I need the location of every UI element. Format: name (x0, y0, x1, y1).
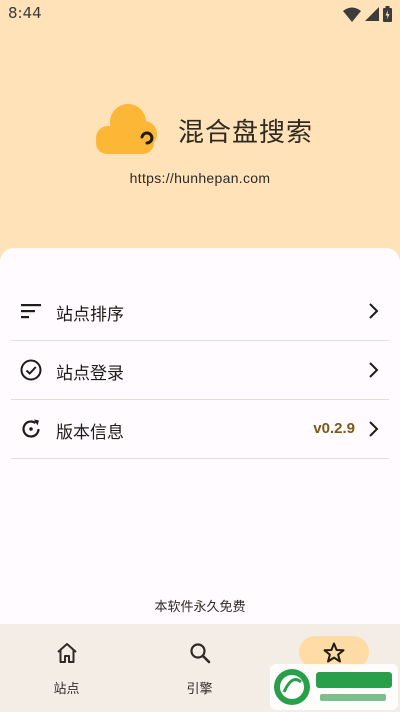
app-title: 混合盘搜索 (178, 118, 314, 148)
signal-icon (365, 7, 379, 21)
menu-item-version-info[interactable]: 版本信息 v0.2.9 (11, 400, 389, 459)
site-url: https://hunhepan.com (129, 170, 271, 186)
refresh-icon (22, 419, 40, 438)
chevron-right-icon (369, 362, 379, 378)
nav-label: 引擎 (186, 682, 213, 697)
menu-item-site-login[interactable]: 站点登录 (11, 341, 389, 400)
sort-icon (21, 304, 41, 319)
chevron-right-icon (369, 303, 379, 319)
watermark-logo (270, 664, 398, 710)
status-bar: 8:44 (0, 0, 400, 28)
nav-label: 站点 (53, 682, 80, 697)
status-time: 8:44 (8, 4, 42, 22)
check-circle-icon (20, 359, 42, 381)
settings-sheet: 站点排序 站点登录 版本信息 v0.2.9 (0, 248, 400, 624)
cloud-logo-icon (96, 104, 157, 154)
chevron-right-icon (369, 421, 379, 437)
wifi-icon (343, 7, 361, 22)
free-notice: 本软件永久免费 (154, 600, 246, 615)
system-icons (343, 5, 392, 23)
menu-item-label: 版本信息 (56, 423, 124, 443)
home-icon (57, 643, 77, 663)
menu-item-label: 站点登录 (56, 364, 124, 384)
star-icon (323, 642, 345, 663)
version-value: v0.2.9 (313, 420, 355, 437)
search-icon (190, 643, 211, 664)
battery-icon (383, 6, 392, 22)
menu-item-label: 站点排序 (56, 305, 124, 325)
nav-tab-sites[interactable]: 站点 (0, 624, 133, 712)
nav-tab-engines[interactable]: 引擎 (133, 624, 266, 712)
menu-item-site-sort[interactable]: 站点排序 (11, 282, 389, 341)
